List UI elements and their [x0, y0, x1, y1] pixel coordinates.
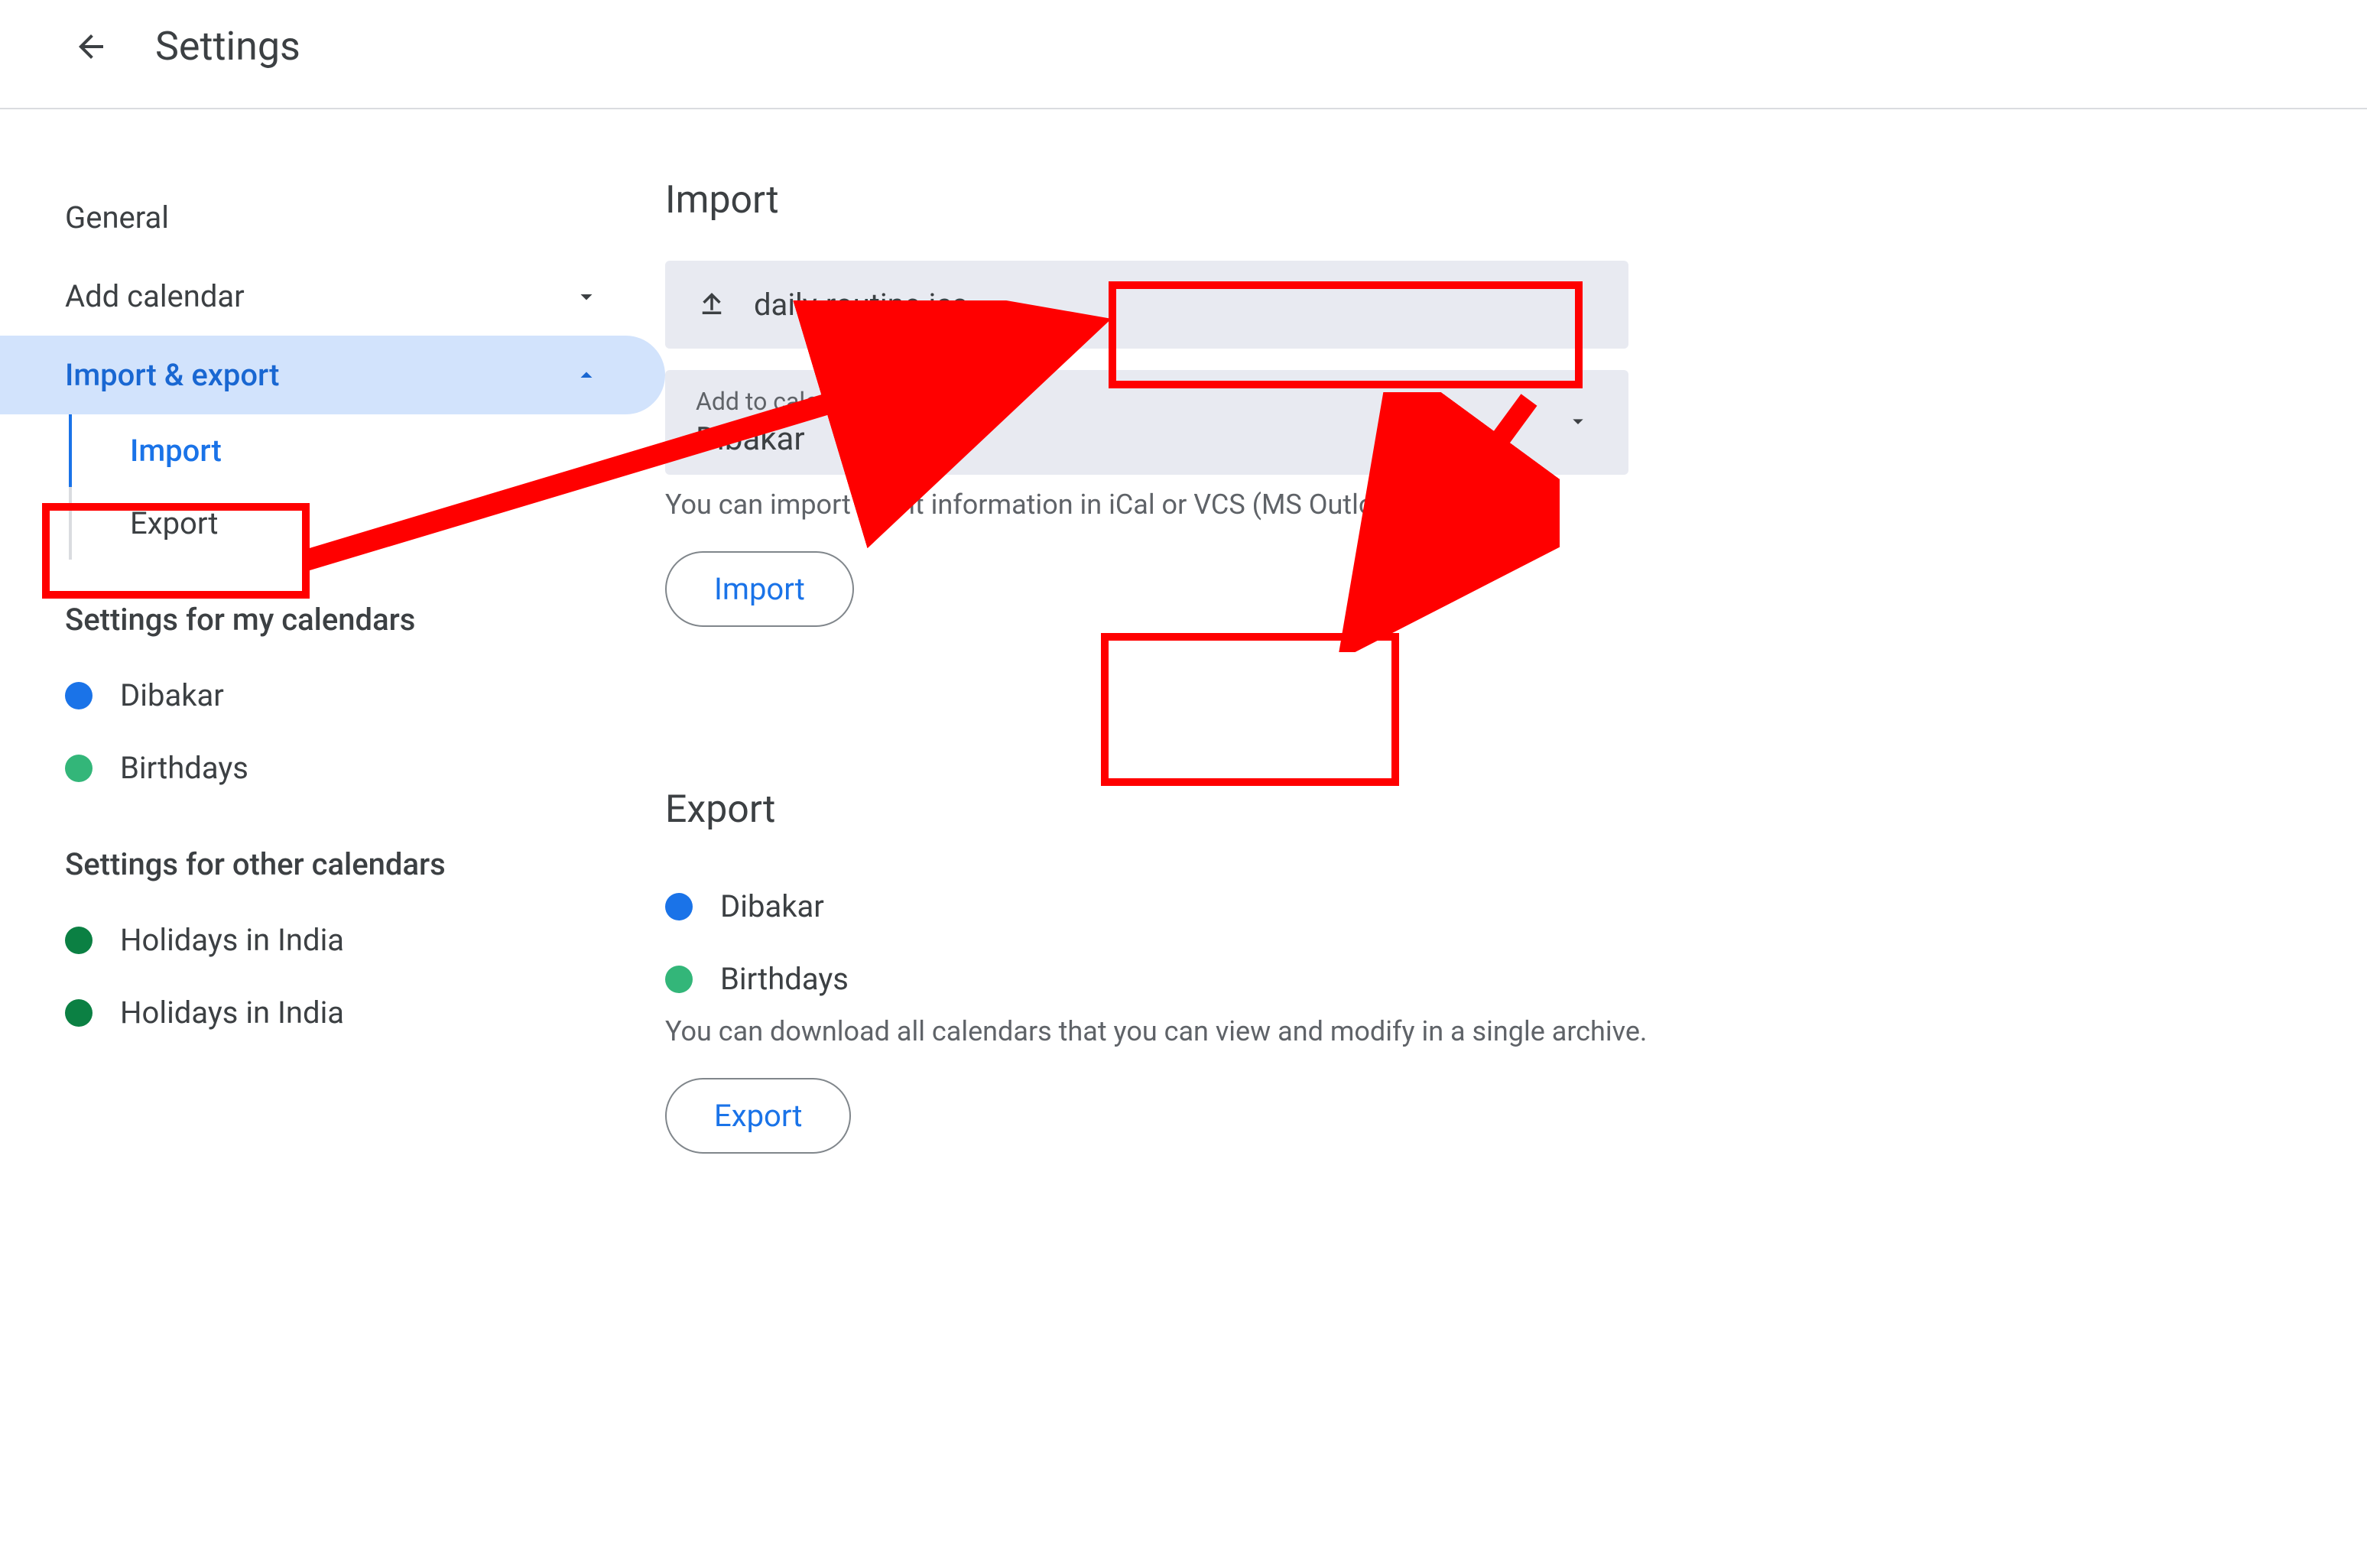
sidebar-subitem-export[interactable]: Export [0, 487, 665, 560]
import-hint-text: You can import event information in iCal… [665, 489, 1850, 521]
calendar-item-dibakar[interactable]: Dibakar [0, 659, 665, 732]
dropdown-value: Dibakar [696, 420, 1598, 458]
color-dot [65, 999, 93, 1027]
export-calendar-list: Dibakar Birthdays [665, 870, 1850, 1015]
chevron-up-icon [573, 362, 600, 389]
export-calendar-birthdays: Birthdays [665, 943, 1850, 1015]
sidebar-item-label: Add calendar [65, 278, 245, 314]
import-button-label: Import [714, 571, 805, 607]
calendar-label: Dibakar [120, 677, 224, 713]
export-hint-text: You can download all calendars that you … [665, 1015, 1850, 1047]
content: General Add calendar Import & export Imp… [0, 109, 2367, 1154]
header: Settings [0, 0, 2367, 109]
import-panel-title: Import [665, 178, 1850, 222]
calendar-label: Birthdays [120, 750, 248, 786]
calendar-label: Holidays in India [120, 995, 344, 1031]
sidebar-item-label: Import & export [65, 357, 279, 393]
sidebar: General Add calendar Import & export Imp… [0, 109, 665, 1154]
calendar-item-holidays-0[interactable]: Holidays in India [0, 904, 665, 976]
calendar-label: Holidays in India [120, 922, 344, 958]
color-dot [665, 893, 693, 920]
import-button[interactable]: Import [665, 551, 854, 627]
file-select-row[interactable]: daily-routine.ics [665, 261, 1628, 349]
export-calendar-dibakar: Dibakar [665, 870, 1850, 943]
page-title: Settings [155, 23, 300, 70]
back-arrow-icon[interactable] [73, 28, 109, 65]
sidebar-item-add-calendar[interactable]: Add calendar [0, 257, 665, 336]
calendar-item-birthdays[interactable]: Birthdays [0, 732, 665, 804]
calendar-label: Birthdays [720, 961, 849, 997]
dropdown-caret-icon [1566, 409, 1590, 437]
add-to-calendar-dropdown[interactable]: Add to calendar Dibakar [665, 370, 1628, 475]
chevron-down-icon [573, 283, 600, 310]
sidebar-subitem-label: Import [130, 433, 222, 469]
export-button[interactable]: Export [665, 1078, 851, 1154]
color-dot [65, 682, 93, 709]
section-settings-other-calendars: Settings for other calendars [0, 804, 665, 904]
calendar-label: Dibakar [720, 888, 824, 924]
export-panel-title: Export [665, 787, 1850, 832]
sidebar-item-general[interactable]: General [0, 178, 665, 257]
sidebar-item-import-export[interactable]: Import & export [0, 336, 665, 414]
upload-icon [696, 287, 728, 323]
sidebar-subitem-label: Export [130, 505, 218, 541]
section-settings-my-calendars: Settings for my calendars [0, 560, 665, 659]
selected-file-name: daily-routine.ics [754, 287, 968, 323]
active-indicator [69, 414, 72, 487]
sidebar-item-label: General [65, 200, 169, 235]
dropdown-label: Add to calendar [696, 387, 1598, 416]
main-panel: Import daily-routine.ics Add to calendar… [665, 109, 1927, 1154]
export-button-label: Export [714, 1098, 802, 1134]
calendar-item-holidays-1[interactable]: Holidays in India [0, 976, 665, 1049]
color-dot [65, 755, 93, 782]
indicator-line [69, 487, 72, 560]
export-section: Export Dibakar Birthdays You can downloa… [665, 787, 1850, 1154]
color-dot [65, 927, 93, 954]
color-dot [665, 966, 693, 993]
sidebar-subitem-import[interactable]: Import [0, 414, 665, 487]
